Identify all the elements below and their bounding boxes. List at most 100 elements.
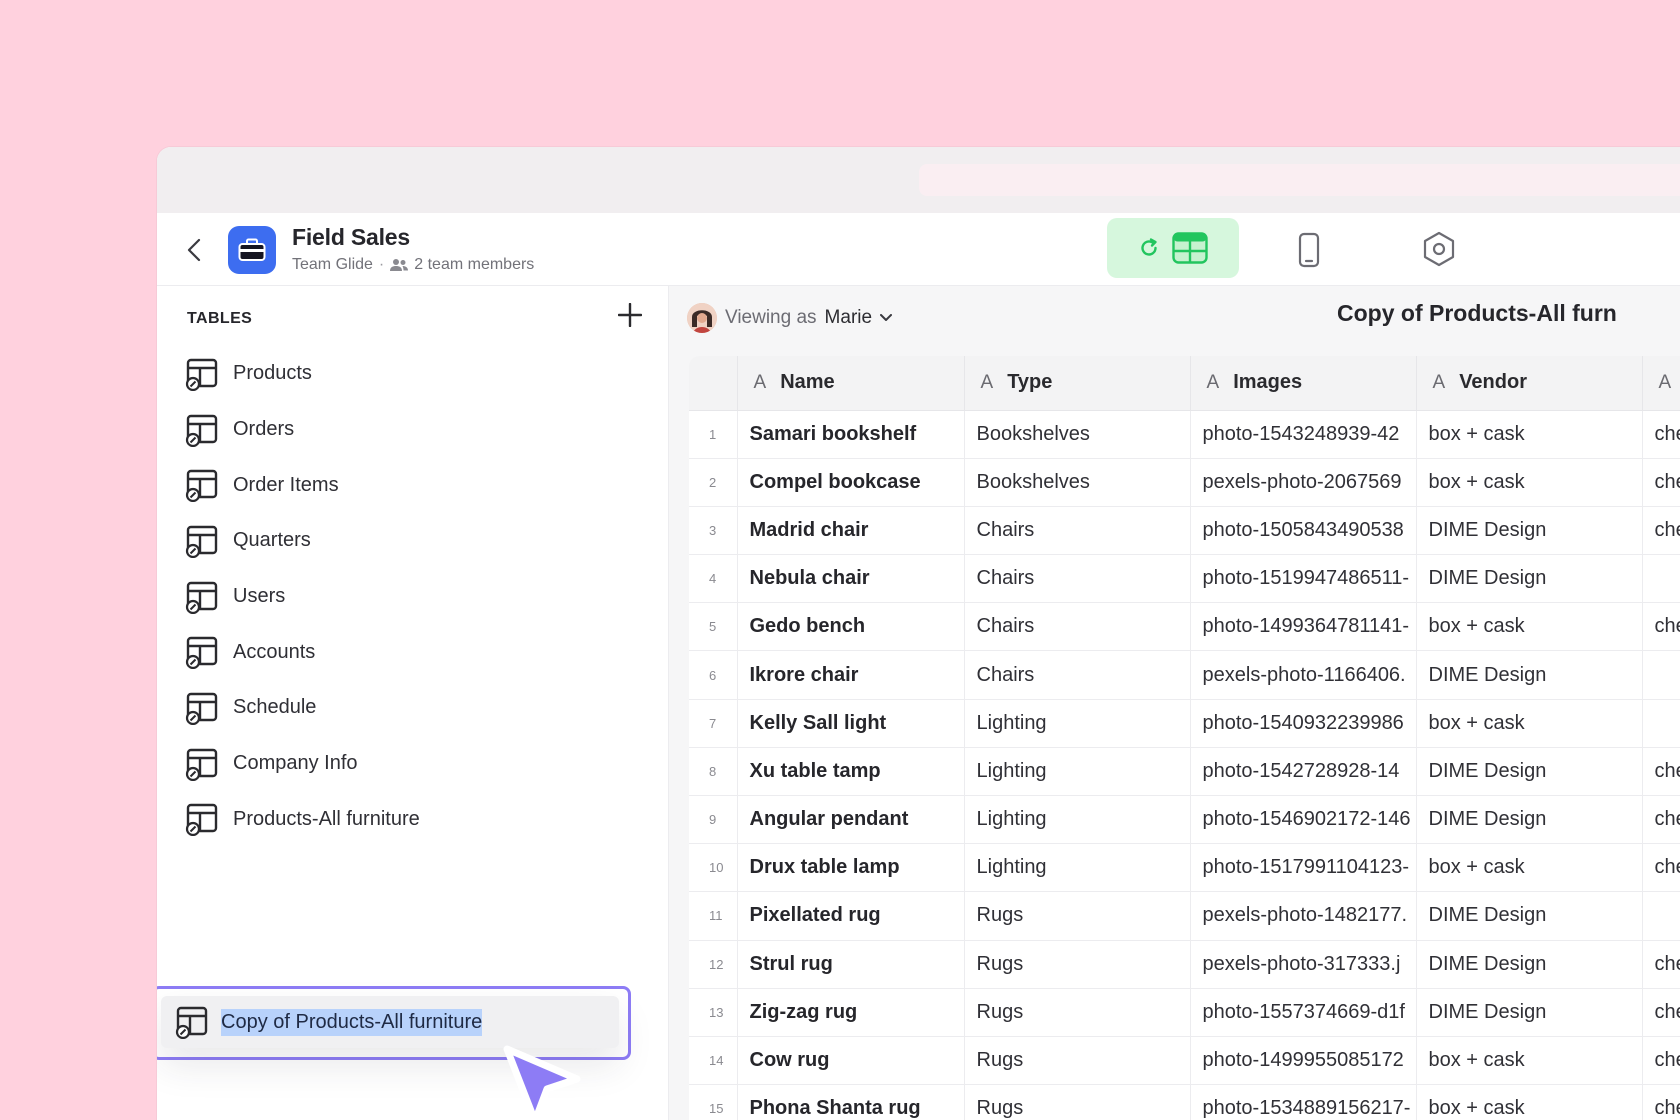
cell-name[interactable]: Strul rug — [737, 940, 965, 989]
cell-type[interactable]: Rugs — [964, 1036, 1191, 1086]
cell-extra[interactable]: che — [1642, 795, 1680, 845]
cell-type[interactable]: Lighting — [964, 795, 1191, 845]
table-row[interactable]: 14 Cow rug Rugs photo-1499955085172 box + ca… — [689, 1036, 1680, 1086]
cell-name[interactable]: Nebula chair — [737, 554, 965, 604]
cell-type[interactable]: Rugs — [964, 1084, 1191, 1120]
cell-extra[interactable]: che — [1642, 940, 1680, 989]
table-row[interactable]: 3 Madrid chair Chairs photo-1505843490538 DI… — [689, 506, 1680, 556]
table-row[interactable]: 13 Zig-zag rug Rugs photo-1557374669-d1f DIM… — [689, 988, 1680, 1037]
table-row[interactable]: 9 Angular pendant Lighting photo-1546902172… — [689, 795, 1680, 845]
cell-vendor[interactable]: box + cask — [1416, 1084, 1643, 1120]
cell-type[interactable]: Rugs — [964, 940, 1191, 989]
cell-type[interactable]: Lighting — [964, 699, 1191, 748]
cell-name[interactable]: Madrid chair — [737, 506, 965, 556]
cell-extra[interactable]: che — [1642, 843, 1680, 893]
table-row[interactable]: 1 Samari bookshelf Bookshelves photo-154324… — [689, 410, 1680, 459]
cell-name[interactable]: Phona Shanta rug — [737, 1084, 965, 1120]
sidebar-table-item[interactable]: Order Items — [185, 457, 645, 513]
table-row[interactable]: 7 Kelly Sall light Lighting photo-154093223… — [689, 699, 1680, 748]
sidebar-table-item[interactable]: Products — [185, 346, 645, 402]
cell-vendor[interactable]: DIME Design — [1416, 650, 1643, 700]
table-row[interactable]: 11 Pixellated rug Rugs pexels-photo-1482177… — [689, 891, 1680, 941]
cell-type[interactable]: Rugs — [964, 891, 1191, 941]
cell-vendor[interactable]: DIME Design — [1416, 795, 1643, 845]
cell-name[interactable]: Xu table tamp — [737, 747, 965, 797]
cell-type[interactable]: Bookshelves — [964, 410, 1191, 459]
table-row[interactable]: 6 Ikrore chair Chairs pexels-photo-1166406.… — [689, 650, 1680, 700]
cell-extra[interactable]: che — [1642, 506, 1680, 556]
cell-image[interactable]: photo-1519947486511- — [1190, 554, 1417, 604]
column-header[interactable]: A Vendor — [1416, 356, 1643, 411]
cell-image[interactable]: pexels-photo-1166406. — [1190, 650, 1417, 700]
column-header[interactable]: A Type — [964, 356, 1191, 411]
cell-vendor[interactable]: box + cask — [1416, 410, 1643, 459]
cell-extra[interactable]: che — [1642, 747, 1680, 797]
cell-vendor[interactable]: DIME Design — [1416, 747, 1643, 797]
table-row[interactable]: 2 Compel bookcase Bookshelves pexels-photo-… — [689, 458, 1680, 507]
cell-extra[interactable] — [1642, 699, 1680, 748]
cell-name[interactable]: Ikrore chair — [737, 650, 965, 700]
cell-image[interactable]: pexels-photo-2067569 — [1190, 458, 1417, 507]
cell-name[interactable]: Gedo bench — [737, 602, 965, 652]
cell-vendor[interactable]: DIME Design — [1416, 988, 1643, 1037]
cell-extra[interactable] — [1642, 554, 1680, 604]
address-bar[interactable] — [919, 164, 1680, 196]
cell-image[interactable]: pexels-photo-1482177. — [1190, 891, 1417, 941]
cell-extra[interactable]: che — [1642, 1084, 1680, 1120]
cell-name[interactable]: Samari bookshelf — [737, 410, 965, 459]
tab-settings[interactable] — [1419, 229, 1459, 269]
sidebar-table-item[interactable]: Orders — [185, 402, 645, 458]
cell-vendor[interactable]: box + cask — [1416, 843, 1643, 893]
cell-type[interactable]: Chairs — [964, 650, 1191, 700]
add-table-button[interactable] — [615, 300, 645, 330]
tab-layout-phone[interactable] — [1292, 231, 1326, 269]
cell-image[interactable]: photo-1546902172-146 — [1190, 795, 1417, 845]
table-row[interactable]: 8 Xu table tamp Lighting photo-1542728928-1… — [689, 747, 1680, 797]
cell-extra[interactable]: che — [1642, 458, 1680, 507]
cell-type[interactable]: Lighting — [964, 747, 1191, 797]
cell-image[interactable]: pexels-photo-317333.j — [1190, 940, 1417, 989]
cell-name[interactable]: Cow rug — [737, 1036, 965, 1086]
cell-vendor[interactable]: DIME Design — [1416, 940, 1643, 989]
sidebar-table-item[interactable]: Quarters — [185, 513, 645, 569]
cell-type[interactable]: Lighting — [964, 843, 1191, 893]
sidebar-table-item[interactable]: Users — [185, 569, 645, 625]
column-header[interactable]: A Name — [737, 356, 965, 411]
cell-image[interactable]: photo-1517991104123- — [1190, 843, 1417, 893]
cell-type[interactable]: Rugs — [964, 988, 1191, 1037]
cell-image[interactable]: photo-1542728928-14 — [1190, 747, 1417, 797]
sidebar-table-item[interactable]: Accounts — [185, 624, 645, 680]
dragged-table-item[interactable]: Copy of Products-All furniture — [157, 986, 631, 1060]
cell-extra[interactable]: che — [1642, 602, 1680, 652]
cell-image[interactable]: photo-1499364781141- — [1190, 602, 1417, 652]
cell-vendor[interactable]: box + cask — [1416, 1036, 1643, 1086]
cell-extra[interactable] — [1642, 891, 1680, 941]
cell-image[interactable]: photo-1557374669-d1f — [1190, 988, 1417, 1037]
cell-extra[interactable]: che — [1642, 1036, 1680, 1086]
cell-name[interactable]: Angular pendant — [737, 795, 965, 845]
cell-vendor[interactable]: DIME Design — [1416, 506, 1643, 556]
table-row[interactable]: 4 Nebula chair Chairs photo-1519947486511- D… — [689, 554, 1680, 604]
cell-name[interactable]: Pixellated rug — [737, 891, 965, 941]
cell-image[interactable]: photo-1499955085172 — [1190, 1036, 1417, 1086]
table-row[interactable]: 12 Strul rug Rugs pexels-photo-317333.j DIME… — [689, 940, 1680, 989]
cell-name[interactable]: Drux table lamp — [737, 843, 965, 893]
cell-image[interactable]: photo-1543248939-42 — [1190, 410, 1417, 459]
cell-name[interactable]: Compel bookcase — [737, 458, 965, 507]
cell-extra[interactable]: che — [1642, 410, 1680, 459]
cell-image[interactable]: photo-1540932239986 — [1190, 699, 1417, 748]
table-row[interactable]: 10 Drux table lamp Lighting photo-151799110… — [689, 843, 1680, 893]
viewing-as-selector[interactable]: Viewing as Marie — [687, 303, 893, 333]
tab-data-editor[interactable] — [1107, 218, 1239, 278]
cell-image[interactable]: photo-1505843490538 — [1190, 506, 1417, 556]
sidebar-table-item[interactable]: Company Info — [185, 736, 645, 792]
sidebar-table-item[interactable]: Schedule — [185, 680, 645, 736]
table-row[interactable]: 5 Gedo bench Chairs photo-1499364781141- box… — [689, 602, 1680, 652]
column-header[interactable]: A Images — [1190, 356, 1417, 411]
cell-image[interactable]: photo-1534889156217- — [1190, 1084, 1417, 1120]
table-row[interactable]: 15 Phona Shanta rug Rugs photo-153488915621… — [689, 1084, 1680, 1120]
cell-vendor[interactable]: DIME Design — [1416, 554, 1643, 604]
cell-vendor[interactable]: DIME Design — [1416, 891, 1643, 941]
cell-name[interactable]: Kelly Sall light — [737, 699, 965, 748]
cell-type[interactable]: Bookshelves — [964, 458, 1191, 507]
